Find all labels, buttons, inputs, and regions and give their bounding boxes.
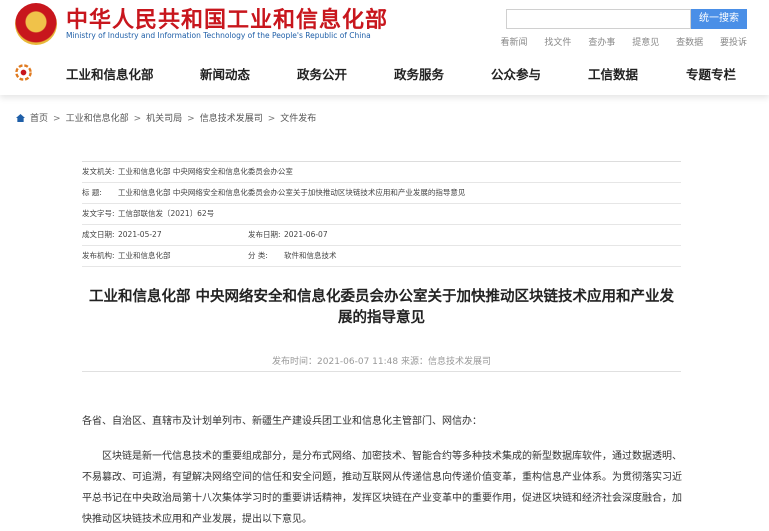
breadcrumb-home[interactable]: 首页 <box>30 114 48 124</box>
meta-row-issuer: 发文机关: 工业和信息化部 中央网络安全和信息化委员会办公室 <box>82 162 681 183</box>
meta-title-value: 工业和信息化部 中央网络安全和信息化委员会办公室关于加快推动区块链技术应用和产业… <box>118 188 466 197</box>
meta-row-doc-no: 发文字号: 工信部联信发〔2021〕62号 <box>82 204 681 225</box>
meta-created-value: 2021-05-27 <box>118 230 162 239</box>
nav-item-participation[interactable]: 公众参与 <box>491 64 541 83</box>
meta-doc-no-value: 工信部联信发〔2021〕62号 <box>118 209 215 218</box>
meta-issuer-label: 发文机关: <box>82 167 115 176</box>
nav-item-gov-affairs[interactable]: 政务公开 <box>297 64 347 83</box>
breadcrumb-separator: > <box>267 114 276 124</box>
breadcrumb-file-release[interactable]: 文件发布 <box>280 114 316 124</box>
home-icon <box>16 114 25 122</box>
quick-link-feedback[interactable]: 提意见 <box>632 38 659 48</box>
article-paragraph: 区块链是新一代信息技术的重要组成部分，是分布式网络、加密技术、智能合约等多种技术… <box>82 451 682 525</box>
quick-link-files[interactable]: 找文件 <box>544 38 571 48</box>
breadcrumb: 首页 > 工业和信息化部 > 机关司局 > 信息技术发展司 > 文件发布 <box>16 111 316 124</box>
meta-row-dates: 成文日期: 2021-05-27 发布日期: 2021-06-07 <box>82 225 681 246</box>
quick-link-data[interactable]: 查数据 <box>676 38 703 48</box>
site-header: 中华人民共和国工业和信息化部 Ministry of Industry and … <box>0 0 769 95</box>
search-input[interactable] <box>506 9 691 29</box>
meta-org-label: 发布机构: <box>82 251 115 260</box>
meta-title-label: 标 题: <box>82 188 102 197</box>
nav-item-services[interactable]: 政务服务 <box>394 64 444 83</box>
breadcrumb-separator: > <box>133 114 142 124</box>
divider <box>82 371 681 372</box>
site-title-cn[interactable]: 中华人民共和国工业和信息化部 <box>66 2 388 34</box>
quick-link-news[interactable]: 看新闻 <box>501 38 528 48</box>
site-title-en: Ministry of Industry and Information Tec… <box>66 31 371 40</box>
meta-published-value: 2021-06-07 <box>284 230 328 239</box>
quick-link-services[interactable]: 查办事 <box>588 38 615 48</box>
national-emblem-icon[interactable] <box>15 3 57 45</box>
nav-item-news[interactable]: 新闻动态 <box>200 64 250 83</box>
article-addressee: 各省、自治区、直辖市及计划单列市、新疆生产建设兵团工业和信息化主管部门、网信办： <box>82 416 482 427</box>
meta-category-label: 分 类: <box>248 251 268 260</box>
search-button[interactable]: 统一搜索 <box>691 9 747 29</box>
article-title: 工业和信息化部 中央网络安全和信息化委员会办公室关于加快推动区块链技术应用和产业… <box>88 289 675 326</box>
meta-row-org: 发布机构: 工业和信息化部 分 类: 软件和信息技术 <box>82 246 681 267</box>
meta-row-title: 标 题: 工业和信息化部 中央网络安全和信息化委员会办公室关于加快推动区块链技术… <box>82 183 681 204</box>
meta-published-label: 发布日期: <box>248 230 281 239</box>
nav-item-topics[interactable]: 专题专栏 <box>686 64 736 83</box>
meta-org-value: 工业和信息化部 <box>118 251 171 260</box>
breadcrumb-it-dept[interactable]: 信息技术发展司 <box>200 114 263 124</box>
top-quick-links: 看新闻 找文件 查办事 提意见 查数据 要投诉 <box>487 35 747 48</box>
meta-doc-no-label: 发文字号: <box>82 209 115 218</box>
meta-issuer-value: 工业和信息化部 中央网络安全和信息化委员会办公室 <box>118 167 293 176</box>
document-meta-table: 发文机关: 工业和信息化部 中央网络安全和信息化委员会办公室 标 题: 工业和信… <box>82 161 681 267</box>
meta-created-label: 成文日期: <box>82 230 115 239</box>
meta-category-value: 软件和信息技术 <box>284 251 337 260</box>
breadcrumb-departments[interactable]: 机关司局 <box>146 114 182 124</box>
breadcrumb-separator: > <box>187 114 195 124</box>
nav-item-data[interactable]: 工信数据 <box>588 64 638 83</box>
breadcrumb-ministry[interactable]: 工业和信息化部 <box>66 114 129 124</box>
quick-link-complaint[interactable]: 要投诉 <box>720 38 747 48</box>
nav-item-ministry[interactable]: 工业和信息化部 <box>66 64 154 83</box>
breadcrumb-separator: > <box>53 114 61 124</box>
article-publish-info: 发布时间：2021-06-07 11:48 来源：信息技术发展司 <box>272 357 491 367</box>
home-logo-icon[interactable] <box>14 63 33 82</box>
